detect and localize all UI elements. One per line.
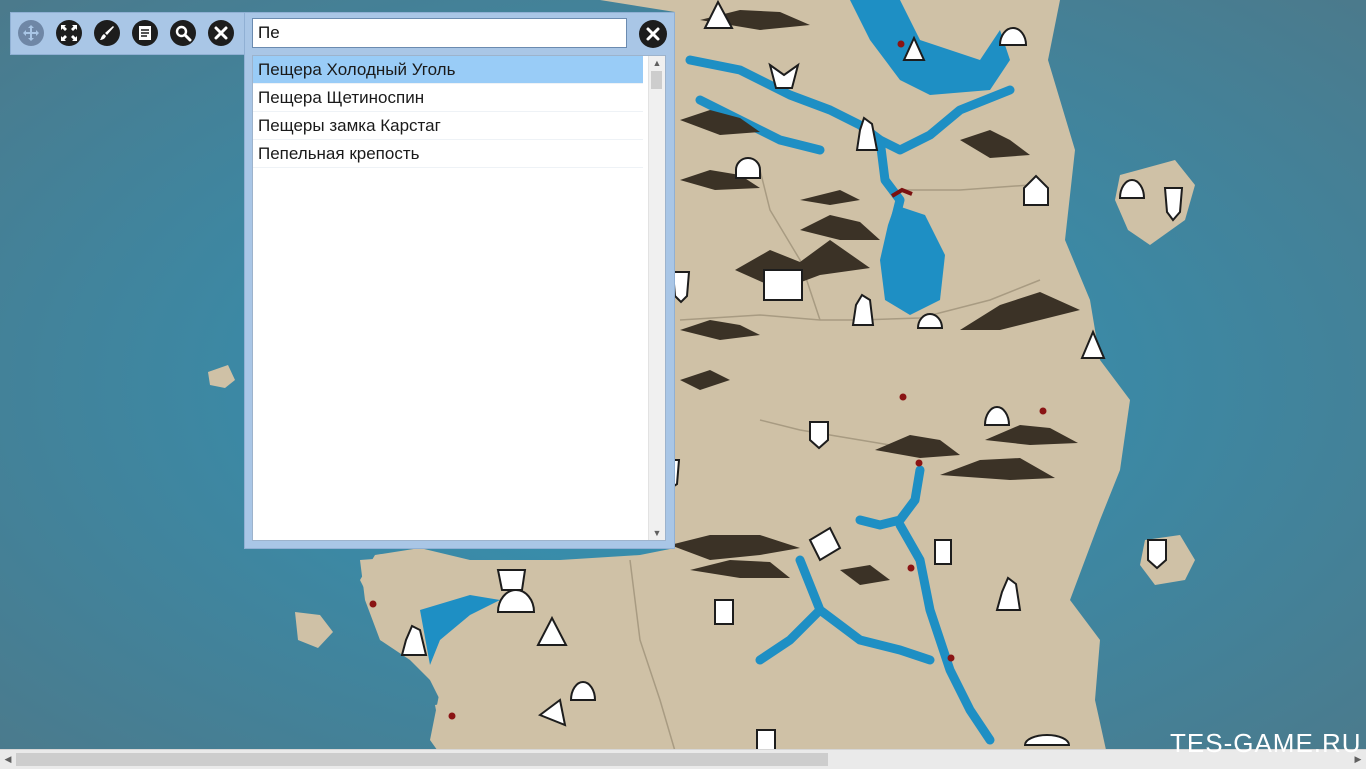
scrollbar-thumb[interactable] — [651, 71, 662, 89]
tower-marker — [934, 539, 952, 565]
scroll-up-icon[interactable]: ▲ — [649, 56, 665, 70]
style-button[interactable] — [94, 20, 120, 46]
search-button[interactable] — [170, 20, 196, 46]
clear-search-button[interactable] — [639, 20, 667, 48]
list-item[interactable]: Пещера Холодный Уголь — [253, 56, 643, 84]
move-icon — [23, 25, 39, 41]
expand-icon — [61, 25, 77, 41]
scroll-left-icon[interactable]: ◀ — [0, 750, 16, 769]
fullscreen-button[interactable] — [56, 20, 82, 46]
list-item[interactable]: Пепельная крепость — [253, 140, 643, 168]
close-icon — [646, 27, 660, 41]
city-marker — [763, 269, 803, 301]
move-button[interactable] — [18, 20, 44, 46]
horizontal-scrollbar[interactable]: ◀ ▶ — [0, 749, 1366, 769]
close-icon — [214, 26, 228, 40]
shield-marker-4 — [671, 271, 691, 304]
tower-marker-2 — [714, 599, 734, 625]
watermark: TES-GAME.RU — [1170, 728, 1362, 758]
search-input[interactable] — [252, 18, 627, 48]
mine-marker — [496, 569, 527, 591]
list-item[interactable]: Пещеры замка Карстаг — [253, 112, 643, 140]
notes-icon — [139, 26, 151, 40]
search-panel: Пещера Холодный Уголь Пещера Щетиноспин … — [244, 12, 675, 549]
brush-icon — [100, 26, 114, 40]
close-button[interactable] — [208, 20, 234, 46]
map-toolbar — [10, 12, 246, 55]
map-canvas[interactable] — [0, 0, 1366, 768]
cave-marker — [735, 157, 761, 179]
search-icon — [175, 25, 192, 42]
horizontal-scrollbar-thumb[interactable] — [16, 753, 828, 766]
list-item[interactable]: Пещера Щетиноспин — [253, 84, 643, 112]
search-results-list: Пещера Холодный Уголь Пещера Щетиноспин … — [252, 55, 666, 541]
notes-button[interactable] — [132, 20, 158, 46]
scroll-down-icon[interactable]: ▼ — [649, 526, 665, 540]
results-scrollbar[interactable]: ▲ ▼ — [648, 56, 665, 540]
